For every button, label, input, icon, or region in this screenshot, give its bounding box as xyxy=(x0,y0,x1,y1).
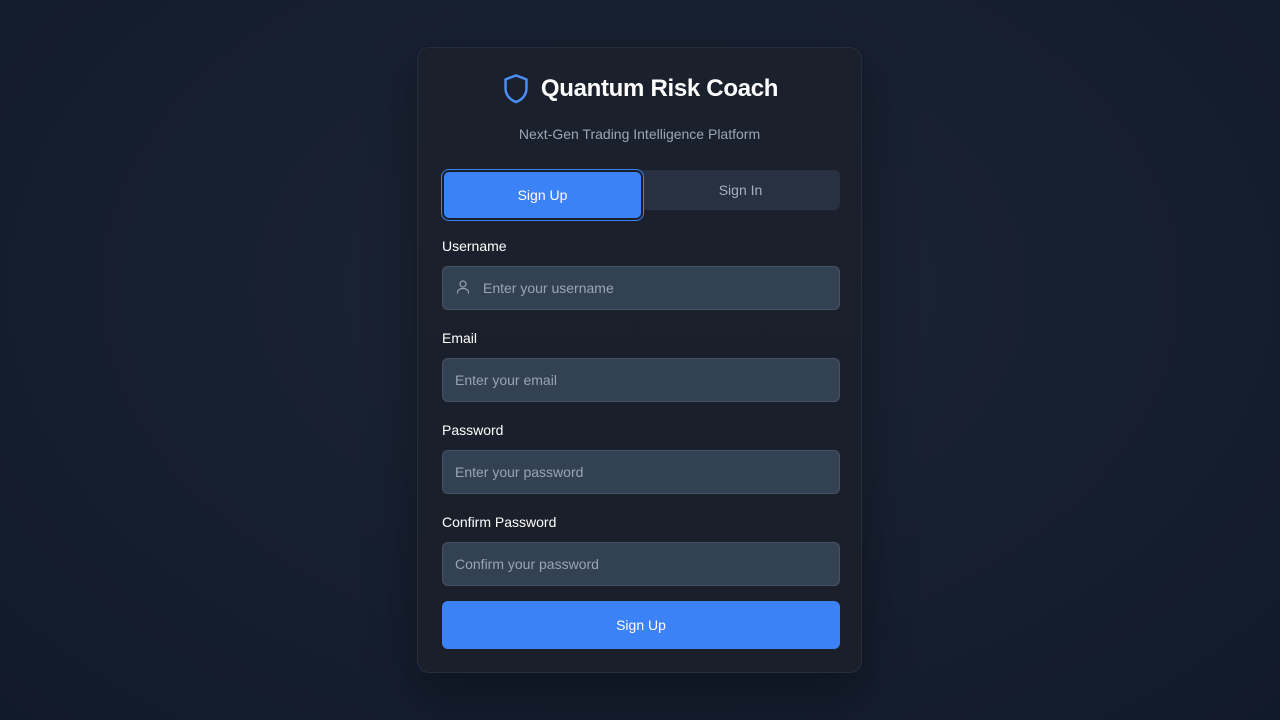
app-title: Quantum Risk Coach xyxy=(540,75,779,102)
email-label: Email xyxy=(442,330,478,346)
tab-sign-in[interactable]: Sign In xyxy=(641,170,840,210)
username-label: Username xyxy=(442,238,507,254)
confirm-password-field-container xyxy=(442,542,840,586)
username-input[interactable] xyxy=(443,267,839,309)
shield-icon xyxy=(504,74,528,104)
username-field-container xyxy=(442,266,840,310)
email-field-container xyxy=(442,358,840,402)
tab-sign-up[interactable]: Sign Up xyxy=(444,172,641,218)
brand-header: Quantum Risk Coach xyxy=(418,72,861,106)
confirm-password-input[interactable] xyxy=(443,543,839,585)
confirm-password-label: Confirm Password xyxy=(442,514,557,530)
sign-up-button[interactable]: Sign Up xyxy=(442,601,840,649)
password-input[interactable] xyxy=(443,451,839,493)
password-field-container xyxy=(442,450,840,494)
auth-tabs: Sign Up Sign In xyxy=(442,170,840,218)
email-input[interactable] xyxy=(443,359,839,401)
auth-card: Quantum Risk Coach Next-Gen Trading Inte… xyxy=(417,47,862,673)
password-label: Password xyxy=(442,422,504,438)
app-subtitle: Next-Gen Trading Intelligence Platform xyxy=(518,126,761,142)
